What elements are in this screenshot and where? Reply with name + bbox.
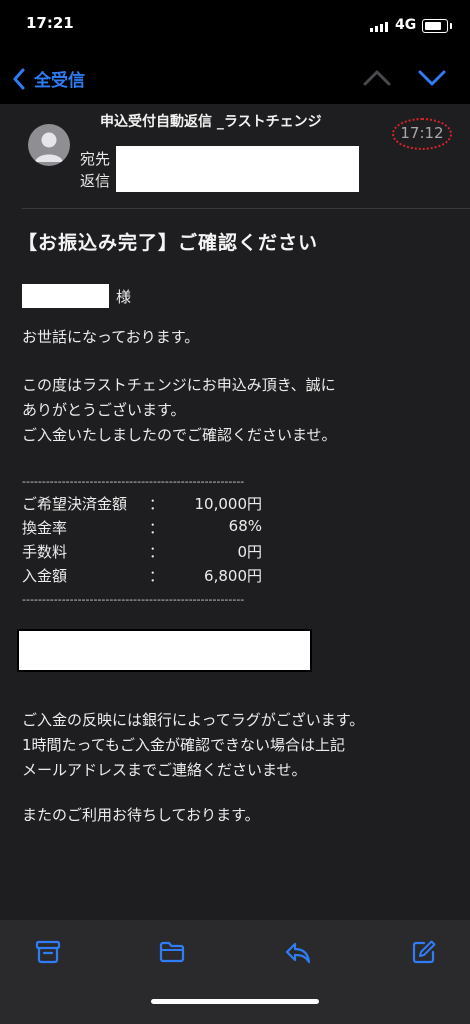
next-message-icon[interactable] — [417, 68, 447, 88]
payment-label: ご希望決済金額 — [22, 495, 128, 513]
notice-line-2: 1時間たってもご入金が確認できない場合は上記 — [22, 736, 346, 754]
payment-label: 換金率 — [22, 519, 68, 537]
honorific: 様 — [116, 288, 132, 306]
folder-icon[interactable] — [158, 938, 186, 966]
previous-message-icon[interactable] — [362, 68, 392, 88]
nav-bar: 全受信 — [0, 52, 470, 104]
payment-row: ご希望決済金額 ： 10,000円 — [22, 493, 262, 517]
to-label: 宛先 — [80, 150, 111, 168]
payment-value: 6,800円 — [204, 567, 262, 585]
notice-line-3: メールアドレスまでご連絡くださいませ。 — [22, 761, 307, 779]
reply-icon[interactable] — [284, 938, 312, 966]
signal-icon — [370, 22, 388, 32]
greeting-text: お世話になっております。 — [22, 328, 200, 346]
divider-line-top: ----------------------------------------… — [22, 475, 245, 488]
payment-row: 換金率 ： 68% — [22, 517, 262, 541]
back-label: 全受信 — [34, 71, 85, 91]
message-title: 【お振込み完了】ご確認ください — [18, 232, 319, 254]
archive-icon[interactable] — [34, 938, 62, 966]
person-icon — [35, 132, 63, 162]
header-divider — [22, 208, 470, 209]
battery-icon — [422, 19, 452, 33]
reply-to-label: 返信 — [80, 172, 111, 190]
redacted-name — [22, 284, 109, 308]
payment-value: 68% — [228, 517, 262, 535]
divider-line-bottom: ----------------------------------------… — [22, 593, 245, 606]
network-type: 4G — [395, 17, 417, 33]
bottom-toolbar — [0, 920, 470, 1024]
payment-colon: ： — [149, 519, 165, 537]
payment-row: 入金額 ： 6,800円 — [22, 565, 262, 589]
payment-colon: ： — [149, 543, 165, 561]
thanks-line-2: ありがとうございます。 — [22, 401, 186, 419]
notice-line-1: ご入金の反映には銀行によってラグがございます。 — [22, 711, 365, 729]
payment-row: 手数料 ： 0円 — [22, 541, 262, 565]
chevron-left-icon — [13, 68, 25, 89]
payment-value: 0円 — [237, 543, 262, 561]
payment-label: 入金額 — [22, 567, 68, 585]
received-time: 17:12 — [392, 118, 452, 150]
closing-text: またのご利用お待ちしております。 — [22, 806, 260, 824]
redacted-recipient — [116, 146, 359, 192]
thanks-line-1: この度はラストチェンジにお申込み頂き、誠に — [22, 376, 336, 394]
thanks-line-3: ご入金いたしましたのでご確認くださいませ。 — [22, 426, 337, 444]
redacted-block — [17, 629, 312, 672]
payment-value: 10,000円 — [194, 495, 263, 513]
status-time: 17:21 — [26, 14, 74, 32]
sender-avatar[interactable] — [28, 124, 70, 166]
compose-icon[interactable] — [410, 938, 438, 966]
mail-subject: 申込受付自動返信 _ラストチェンジ — [100, 114, 322, 130]
payment-colon: ： — [149, 495, 165, 513]
payment-label: 手数料 — [22, 543, 68, 561]
payment-colon: ： — [149, 567, 165, 585]
back-button[interactable]: 全受信 — [12, 66, 85, 91]
home-indicator[interactable] — [151, 999, 319, 1004]
status-bar: 17:21 4G — [0, 0, 470, 52]
